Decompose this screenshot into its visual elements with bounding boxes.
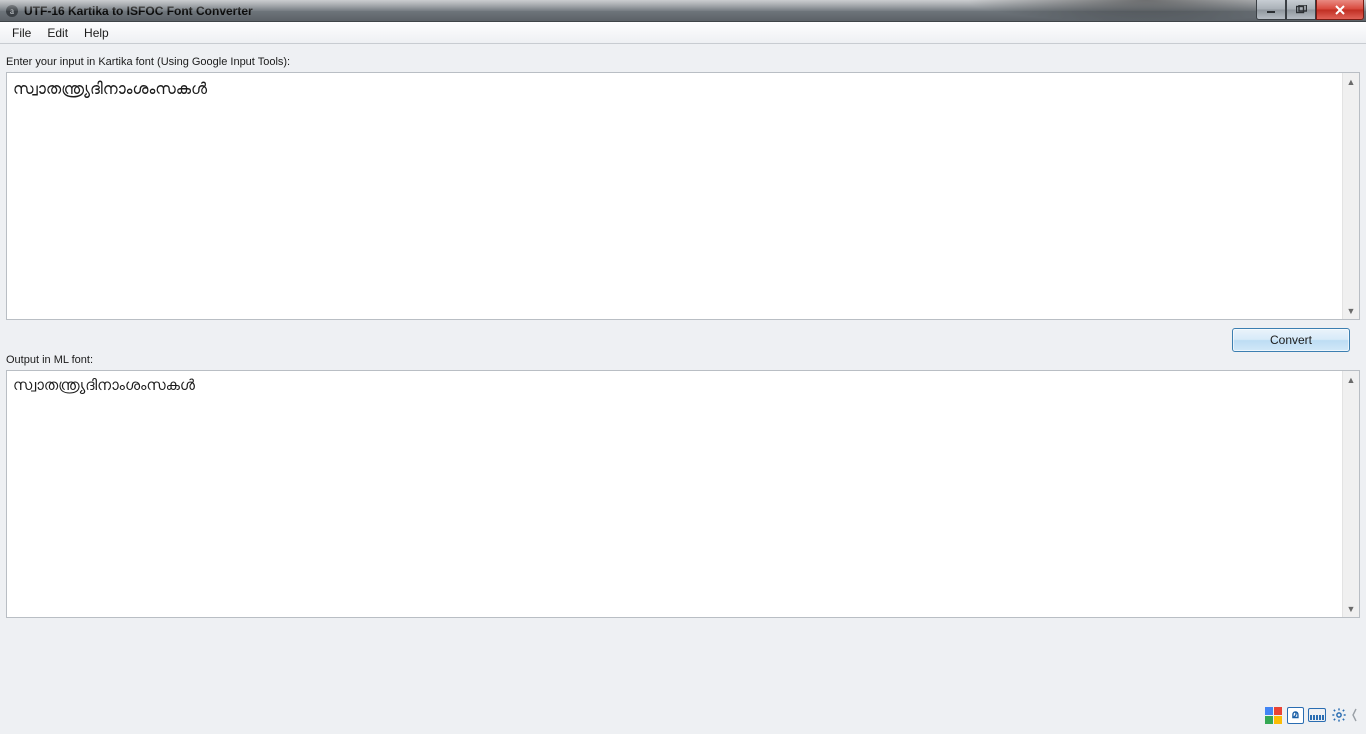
client-area: Enter your input in Kartika font (Using … — [0, 44, 1366, 734]
title-bar: a UTF-16 Kartika to ISFOC Font Converter — [0, 0, 1366, 22]
menu-bar: File Edit Help — [0, 22, 1366, 44]
output-textbox[interactable]: സ്വാതന്ത്ര്യദിനാംശംസകൾ — [7, 371, 1342, 617]
window-controls — [1256, 0, 1364, 20]
menu-file[interactable]: File — [4, 24, 39, 42]
scroll-down-icon: ▼ — [1343, 302, 1359, 319]
window-title: UTF-16 Kartika to ISFOC Font Converter — [24, 4, 253, 18]
convert-row: Convert — [6, 320, 1360, 352]
svg-text:a: a — [10, 6, 14, 16]
scroll-up-icon: ▲ — [1343, 371, 1359, 388]
convert-button[interactable]: Convert — [1232, 328, 1350, 352]
output-scrollbar[interactable]: ▲ ▼ — [1342, 371, 1359, 617]
keyboard-icon[interactable] — [1308, 706, 1326, 724]
output-textbox-container: സ്വാതന്ത്ര്യദിനാംശംസകൾ ▲ ▼ — [6, 370, 1360, 618]
system-tray: മ — [1262, 704, 1360, 726]
input-textbox[interactable]: സ്വാതന്ത്ര്യദിനാംശംസകൾ — [7, 73, 1342, 319]
app-icon: a — [4, 3, 20, 19]
menu-edit[interactable]: Edit — [39, 24, 76, 42]
input-textbox-container: സ്വാതന്ത്ര്യദിനാംശംസകൾ ▲ ▼ — [6, 72, 1360, 320]
output-label: Output in ML font: — [6, 352, 1360, 370]
close-button[interactable] — [1316, 0, 1364, 20]
language-badge-icon[interactable]: മ — [1286, 706, 1304, 724]
minimize-button[interactable] — [1256, 0, 1286, 20]
scroll-down-icon: ▼ — [1343, 600, 1359, 617]
google-input-tools-icon[interactable] — [1264, 706, 1282, 724]
tray-divider-icon — [1352, 706, 1358, 724]
scroll-up-icon: ▲ — [1343, 73, 1359, 90]
gear-icon[interactable] — [1330, 706, 1348, 724]
menu-help[interactable]: Help — [76, 24, 117, 42]
input-scrollbar[interactable]: ▲ ▼ — [1342, 73, 1359, 319]
input-label: Enter your input in Kartika font (Using … — [6, 48, 1360, 72]
maximize-button[interactable] — [1286, 0, 1316, 20]
